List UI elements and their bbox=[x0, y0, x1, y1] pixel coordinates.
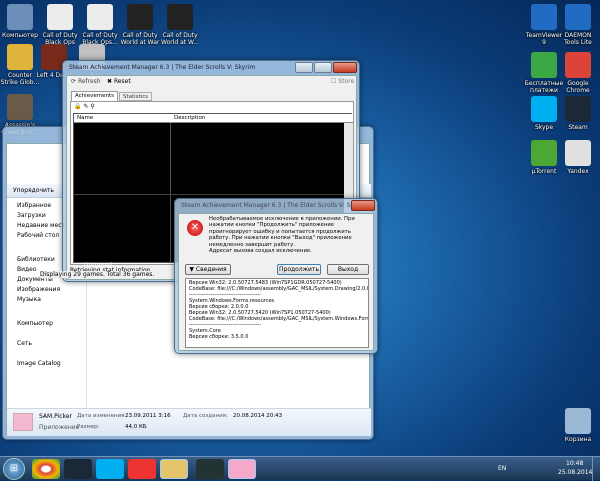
icon-label: Компьютер bbox=[2, 32, 38, 39]
taskbar: ⊞ EN 10:48 25.08.2014 bbox=[0, 456, 600, 481]
nav-item[interactable]: Избранное bbox=[17, 202, 51, 209]
tab-statistics[interactable]: Statistics bbox=[119, 92, 153, 101]
reset-icon: ✖ bbox=[107, 78, 114, 85]
app-icon bbox=[7, 4, 33, 30]
windows-logo-icon: ⊞ bbox=[9, 463, 19, 474]
continue-button[interactable]: Продолжить bbox=[277, 264, 321, 275]
lock-icon[interactable]: 🔒 ✎ ⚲ bbox=[74, 103, 95, 110]
error-message: Необрабатываемое исключение в приложении… bbox=[209, 216, 355, 248]
desktop-icon-left-row1-3[interactable]: Call of Duty World at War bbox=[120, 4, 160, 46]
nav-item[interactable]: Музыка bbox=[17, 296, 41, 303]
size: 44,0 КБ bbox=[125, 424, 147, 430]
nav-item[interactable]: Изображения bbox=[17, 286, 60, 293]
desktop-icon-right-8[interactable]: Корзина bbox=[558, 408, 598, 443]
column-divider bbox=[170, 123, 171, 263]
store-button[interactable]: ☐ Store bbox=[331, 78, 354, 85]
nav-item[interactable]: Image Catalog bbox=[17, 360, 61, 367]
icon-label: DAEMON Tools Lite bbox=[564, 32, 592, 46]
details-button[interactable]: ▼ Сведения bbox=[185, 264, 231, 275]
app-icon bbox=[565, 52, 591, 78]
table-header: Name Description bbox=[74, 114, 353, 123]
app-icon bbox=[167, 4, 193, 30]
error-message-2: Адресат вызова создал исключение. bbox=[209, 248, 312, 254]
icon-label: Call of Duty World at W... bbox=[160, 32, 199, 46]
show-desktop-button[interactable] bbox=[592, 457, 600, 481]
dialog-close-button[interactable] bbox=[351, 200, 375, 211]
app-icon bbox=[565, 96, 591, 122]
col-description[interactable]: Description bbox=[174, 115, 205, 121]
app-icon bbox=[47, 4, 73, 30]
tab-achievements[interactable]: Achievements bbox=[71, 91, 118, 101]
desktop-icon-left-row1-2[interactable]: Call of Duty Black Ops... bbox=[80, 4, 120, 46]
date-mod-label: Дата изменения: bbox=[77, 413, 127, 419]
app-icon bbox=[7, 44, 33, 70]
date-created: 20.08.2014 20:43 bbox=[233, 413, 283, 419]
date-created-label: Дата создания: bbox=[183, 413, 228, 419]
nav-item[interactable]: Библиотеки bbox=[17, 256, 55, 263]
icon-label: Корзина bbox=[564, 436, 592, 443]
desktop-icon-right-3[interactable]: Google Chrome bbox=[558, 52, 598, 94]
nav-item[interactable]: Рабочий стол bbox=[17, 232, 59, 239]
taskbar-steam-2[interactable] bbox=[196, 459, 224, 479]
icon-label: Steam bbox=[568, 124, 588, 131]
file-name: SAM.Picker bbox=[39, 413, 72, 420]
date-mod: 23.09.2011 3:16 bbox=[125, 413, 171, 419]
taskbar-chrome[interactable] bbox=[32, 459, 60, 479]
file-type: Приложение bbox=[39, 424, 80, 431]
minimize-button[interactable] bbox=[295, 62, 313, 73]
dialog-title: Steam Achievement Manager 6.3 | The Elde… bbox=[181, 202, 368, 209]
size-label: Размер: bbox=[77, 424, 100, 430]
clock-time[interactable]: 10:48 bbox=[566, 460, 583, 467]
app-icon bbox=[565, 4, 591, 30]
refresh-icon: ⟳ bbox=[71, 78, 78, 85]
desktop-icon-left-row1-4[interactable]: Call of Duty World at W... bbox=[160, 4, 200, 46]
app-icon bbox=[127, 4, 153, 30]
nav-item[interactable]: Недавние места bbox=[17, 222, 69, 229]
app-icon bbox=[565, 140, 591, 166]
maximize-button[interactable] bbox=[314, 62, 332, 73]
nav-item[interactable]: Компьютер bbox=[17, 320, 53, 327]
app-icon bbox=[531, 96, 557, 122]
nav-item[interactable]: Сеть bbox=[17, 340, 32, 347]
icon-label: Yandex bbox=[567, 168, 589, 175]
row-line bbox=[74, 194, 353, 195]
desktop-icon-right-5[interactable]: Steam bbox=[558, 96, 598, 131]
details-textbox[interactable]: Версия Win32: 2.0.50727.5483 (Win7SP1GDR… bbox=[185, 278, 369, 348]
file-icon bbox=[13, 413, 33, 431]
taskbar-explorer[interactable] bbox=[160, 459, 188, 479]
taskbar-steam[interactable] bbox=[64, 459, 92, 479]
app-icon bbox=[531, 52, 557, 78]
app-icon bbox=[7, 94, 33, 120]
app-icon bbox=[87, 4, 113, 30]
error-icon: ✕ bbox=[187, 220, 203, 236]
desktop-icon-left-row1-0[interactable]: Компьютер bbox=[0, 4, 40, 39]
desktop-icon-right-7[interactable]: Yandex bbox=[558, 140, 598, 175]
dialog-client: ✕ Необрабатываемое исключение в приложен… bbox=[178, 213, 374, 351]
organize-menu[interactable]: Упорядочить bbox=[13, 187, 54, 194]
refresh-button[interactable]: ⟳ Refresh bbox=[71, 78, 101, 85]
nav-item[interactable]: Видео bbox=[17, 266, 37, 273]
clock-date[interactable]: 25.08.2014 bbox=[558, 469, 592, 476]
app-icon bbox=[531, 4, 557, 30]
details-line: Версия сборки: 3.5.0.0 bbox=[189, 334, 249, 340]
icon-label: Call of Duty World at War bbox=[120, 32, 160, 46]
desktop-icon-right-1[interactable]: DAEMON Tools Lite bbox=[558, 4, 598, 46]
icon-label: Google Chrome bbox=[566, 80, 590, 94]
details-pane: SAM.Picker Приложение Дата изменения: 23… bbox=[7, 408, 371, 436]
start-button[interactable]: ⊞ bbox=[3, 458, 25, 480]
error-dialog: Steam Achievement Manager 6.3 | The Elde… bbox=[174, 198, 378, 354]
taskbar-yandex[interactable] bbox=[128, 459, 156, 479]
app-icon bbox=[565, 408, 591, 434]
taskbar-sam[interactable] bbox=[228, 459, 256, 479]
col-name[interactable]: Name bbox=[77, 115, 93, 121]
exit-button[interactable]: Выход bbox=[327, 264, 369, 275]
untuned-label: Unturned bbox=[84, 262, 113, 269]
reset-button[interactable]: ✖ Reset bbox=[107, 78, 131, 85]
app-icon bbox=[531, 140, 557, 166]
nav-item[interactable]: Загрузки bbox=[17, 212, 46, 219]
taskbar-skype[interactable] bbox=[96, 459, 124, 479]
close-button[interactable] bbox=[333, 62, 357, 73]
desktop-icon-left-row1-1[interactable]: Call of Duty Black Ops bbox=[40, 4, 80, 46]
language-indicator[interactable]: EN bbox=[498, 465, 506, 472]
